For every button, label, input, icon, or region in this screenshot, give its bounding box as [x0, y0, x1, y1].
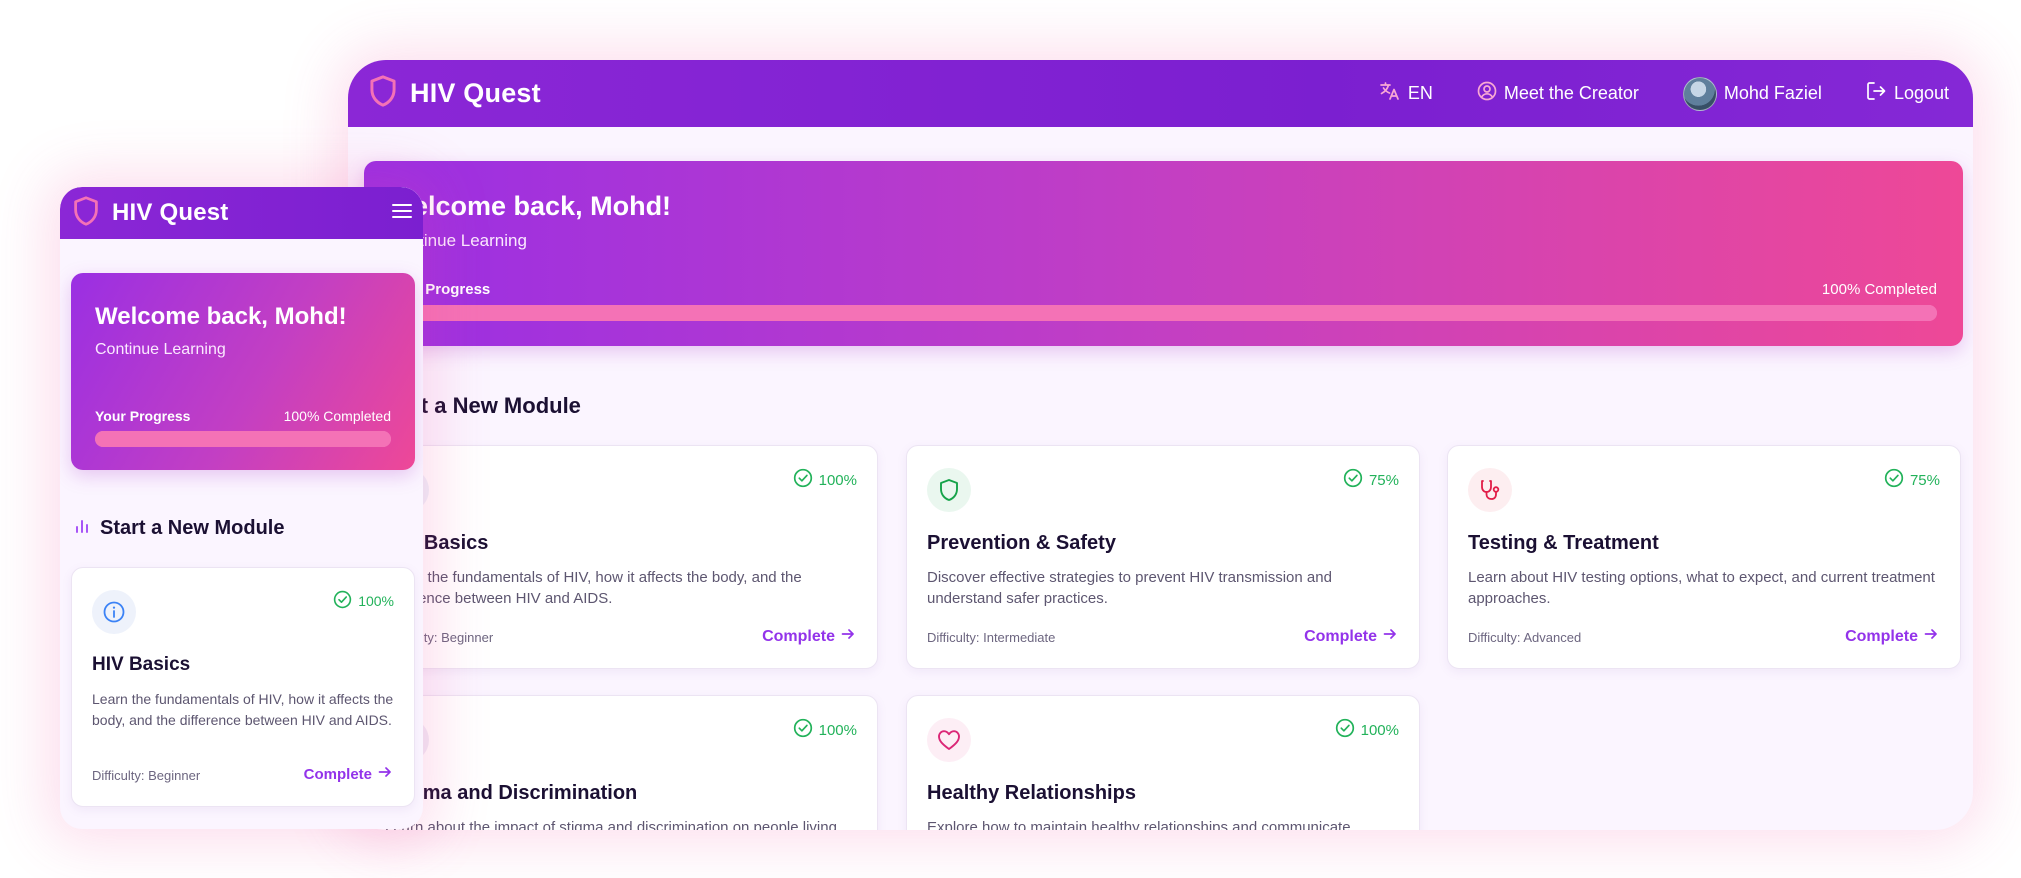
welcome-heading: Welcome back, Mohd!: [388, 191, 672, 221]
check-circle-icon: [793, 468, 813, 492]
module-card-stigma[interactable]: 100% Stigma and Discrimination Learn abo…: [364, 695, 878, 830]
complete-label: Complete: [1304, 627, 1377, 645]
completion-badge: 100%: [793, 468, 857, 492]
arrow-right-icon: [1383, 627, 1397, 646]
logout-label: Logout: [1893, 83, 1949, 103]
module-title: Healthy Relationships: [927, 782, 1136, 804]
info-icon: [92, 590, 136, 634]
module-description: Learn the fundamentals of HIV, how it af…: [385, 569, 802, 607]
module-difficulty: Difficulty: Intermediate: [927, 630, 1056, 645]
meet-creator-link[interactable]: Meet the Creator: [1477, 81, 1639, 106]
complete-button[interactable]: Complete: [304, 765, 392, 783]
check-circle-icon: [1884, 468, 1904, 492]
complete-button[interactable]: Complete: [762, 627, 855, 646]
progress-completed: 100% Completed: [283, 408, 391, 424]
progress-label: Your Progress: [95, 408, 191, 424]
module-title: Testing & Treatment: [1468, 532, 1659, 554]
mobile-navbar: HIV Quest: [60, 187, 423, 239]
translate-icon: [1379, 81, 1401, 106]
continue-learning-text: Continue Learning: [95, 341, 226, 358]
completion-percent: 100%: [818, 471, 857, 489]
logout-button[interactable]: Logout: [1866, 81, 1949, 106]
completion-percent: 100%: [358, 593, 394, 609]
completion-percent: 100%: [818, 721, 857, 739]
welcome-heading: Welcome back, Mohd!: [95, 303, 347, 330]
user-name: Mohd Faziel: [1723, 83, 1822, 103]
complete-button[interactable]: Complete: [1304, 627, 1397, 646]
module-card-prevention-safety[interactable]: 75% Prevention & Safety Discover effecti…: [906, 445, 1420, 669]
progress-bar: [388, 305, 1937, 321]
module-description: Discover effective strategies to prevent…: [927, 569, 1332, 607]
brand-name: HIV Quest: [112, 199, 229, 226]
section-heading: Start a New Module: [74, 517, 284, 540]
bar-chart-icon: [74, 517, 90, 540]
arrow-right-icon: [378, 765, 392, 783]
module-difficulty: Difficulty: Advanced: [1468, 630, 1582, 645]
completion-badge: 75%: [1343, 468, 1399, 492]
completion-percent: 75%: [1909, 471, 1940, 489]
welcome-banner: Welcome back, Mohd! Continue Learning Yo…: [364, 161, 1963, 346]
progress-completed: 100% Completed: [1821, 281, 1937, 298]
desktop-view: HIV Quest EN Meet the Creator Mohd Fazie…: [348, 60, 1973, 830]
check-circle-icon: [1335, 718, 1355, 742]
module-title: Prevention & Safety: [927, 532, 1116, 554]
stethoscope-icon: [1468, 468, 1512, 512]
hamburger-menu-icon[interactable]: [391, 202, 413, 225]
mobile-view: HIV Quest Welcome back, Mohd! Continue L…: [60, 187, 423, 829]
completion-badge: 100%: [793, 718, 857, 742]
complete-label: Complete: [1845, 627, 1918, 645]
arrow-right-icon: [841, 627, 855, 646]
brand-name: HIV Quest: [410, 78, 541, 108]
meet-creator-label: Meet the Creator: [1503, 83, 1639, 103]
module-card-testing-treatment[interactable]: 75% Testing & Treatment Learn about HIV …: [1447, 445, 1961, 669]
arrow-right-icon: [1924, 627, 1938, 646]
user-profile[interactable]: Mohd Faziel: [1682, 76, 1822, 111]
complete-label: Complete: [303, 765, 372, 783]
module-description: Explore how to maintain healthy relation…: [927, 819, 1351, 830]
completion-percent: 100%: [1360, 721, 1399, 739]
logout-icon: [1866, 81, 1887, 106]
shield-logo-icon: [72, 195, 100, 231]
section-title: Start a New Module: [100, 517, 285, 539]
module-description: Learn the fundamentals of HIV, how it af…: [92, 691, 394, 728]
check-circle-icon: [1343, 468, 1363, 492]
brand[interactable]: HIV Quest: [368, 75, 541, 112]
shield-logo-icon: [368, 75, 398, 112]
avatar: [1682, 76, 1717, 111]
completion-badge: 100%: [1335, 718, 1399, 742]
module-card-hiv-basics[interactable]: 100% HIV Basics Learn the fundamentals o…: [364, 445, 878, 669]
module-difficulty: Difficulty: Beginner: [92, 768, 201, 783]
heart-icon: [927, 718, 971, 762]
module-description: Learn about the impact of stigma and dis…: [385, 819, 837, 830]
module-title: HIV Basics: [92, 654, 191, 675]
welcome-banner: Welcome back, Mohd! Continue Learning Yo…: [71, 273, 415, 470]
stage: HIV Quest EN Meet the Creator Mohd Fazie…: [0, 0, 2021, 878]
progress-bar-fill: [95, 431, 391, 447]
complete-button[interactable]: Complete: [1845, 627, 1938, 646]
module-description: Learn about HIV testing options, what to…: [1468, 569, 1935, 607]
top-navbar: HIV Quest EN Meet the Creator Mohd Fazie…: [348, 60, 1973, 127]
brand[interactable]: HIV Quest: [72, 195, 229, 231]
language-label: EN: [1407, 83, 1433, 103]
completion-badge: 75%: [1884, 468, 1940, 492]
module-card-hiv-basics[interactable]: 100% HIV Basics Learn the fundamentals o…: [71, 567, 415, 807]
module-card-healthy-relationships[interactable]: 100% Healthy Relationships Explore how t…: [906, 695, 1420, 830]
language-switcher[interactable]: EN: [1379, 81, 1433, 106]
progress-bar: [95, 431, 391, 447]
progress-bar-fill: [388, 305, 1937, 321]
shield-icon: [927, 468, 971, 512]
check-circle-icon: [333, 590, 352, 612]
complete-label: Complete: [762, 627, 835, 645]
completion-percent: 75%: [1368, 471, 1399, 489]
completion-badge: 100%: [333, 590, 394, 612]
check-circle-icon: [793, 718, 813, 742]
user-circle-icon: [1477, 81, 1497, 106]
